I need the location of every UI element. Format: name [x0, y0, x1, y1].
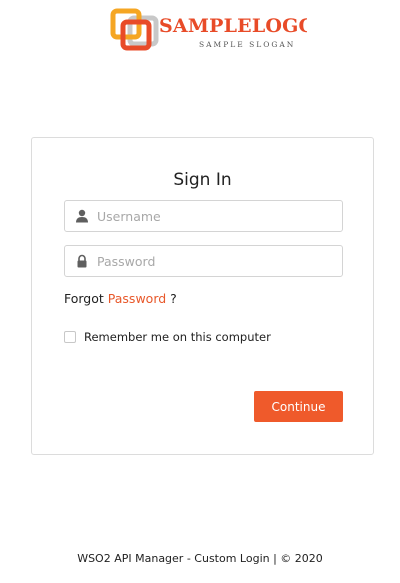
logo-slogan: SAMPLE SLOGAN: [199, 40, 296, 49]
password-input[interactable]: [97, 246, 337, 276]
password-field[interactable]: [64, 245, 343, 277]
forgot-prefix: Forgot: [64, 291, 104, 306]
signin-card: Sign In Forgot Password ? Remember me on…: [31, 137, 374, 455]
remember-me-checkbox[interactable]: [64, 331, 76, 343]
signin-title: Sign In: [173, 170, 232, 190]
login-page: SAMPLELOGC SAMPLE SLOGAN Sign In Forgot …: [0, 0, 400, 583]
username-field[interactable]: [64, 200, 343, 232]
forgot-suffix: ?: [170, 291, 177, 306]
user-icon: [76, 209, 88, 223]
remember-me-label: Remember me on this computer: [84, 330, 271, 344]
remember-me[interactable]: Remember me on this computer: [64, 330, 271, 344]
footer-text: WSO2 API Manager - Custom Login | © 2020: [77, 552, 323, 565]
username-input[interactable]: [97, 201, 337, 231]
continue-button[interactable]: Continue: [254, 391, 343, 422]
logo-brand-text: SAMPLELOGC: [159, 15, 307, 37]
lock-icon: [77, 254, 87, 268]
logo: SAMPLELOGC SAMPLE SLOGAN: [110, 8, 310, 54]
forgot-password-link[interactable]: Password: [108, 291, 166, 306]
forgot-password-text: Forgot Password ?: [64, 291, 177, 306]
